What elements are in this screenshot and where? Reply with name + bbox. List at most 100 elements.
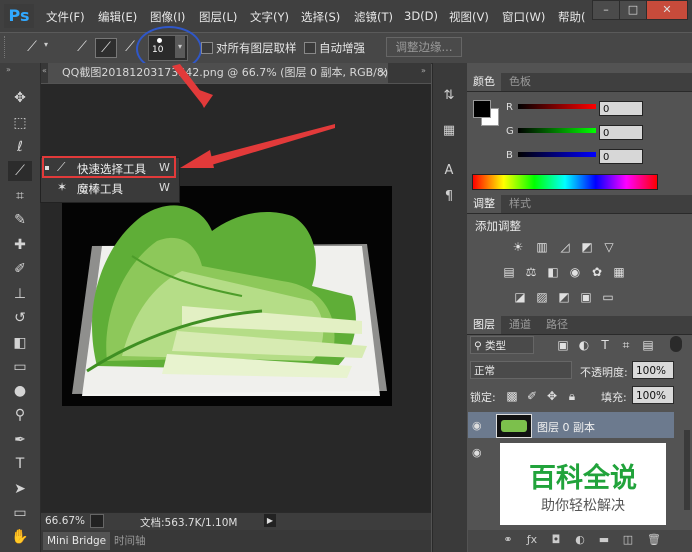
tab-swatches[interactable]: 色板 xyxy=(503,73,537,91)
tab-mini-bridge[interactable]: Mini Bridge xyxy=(43,532,111,550)
photo-filter-icon[interactable]: ◉ xyxy=(568,265,582,279)
collapse-right-icon[interactable]: » xyxy=(421,66,426,75)
lettuce-photo[interactable] xyxy=(62,186,392,406)
menu-3d[interactable]: 3D(D) xyxy=(404,9,438,23)
eraser-tool-icon[interactable]: ◧ xyxy=(8,333,32,353)
link-layers-icon[interactable]: ⚭ xyxy=(500,533,516,549)
chevron-down-icon[interactable]: ▾ xyxy=(44,40,48,49)
opacity-input[interactable]: 100% xyxy=(632,361,674,379)
trash-icon[interactable]: 🗑︎ xyxy=(646,533,662,549)
lock-all-icon[interactable]: 🔒︎ xyxy=(565,389,579,403)
layer-mask-icon[interactable]: ◘ xyxy=(548,533,564,549)
lock-position-icon[interactable]: ✥ xyxy=(545,389,559,403)
menu-layer[interactable]: 图层(L) xyxy=(199,9,237,25)
menu-window[interactable]: 窗口(W) xyxy=(502,9,545,25)
red-value[interactable]: 0 xyxy=(599,101,643,116)
history-panel-icon[interactable]: ⇅ xyxy=(438,85,460,107)
document-tab-close-icon[interactable]: × xyxy=(378,66,388,80)
lock-transparent-icon[interactable]: ▩ xyxy=(505,389,519,403)
new-group-icon[interactable]: ▬ xyxy=(596,533,612,549)
blue-slider[interactable] xyxy=(518,152,596,157)
history-brush-tool-icon[interactable]: ↺ xyxy=(8,308,32,328)
dodge-tool-icon[interactable]: ⚲ xyxy=(8,405,32,425)
tab-paths[interactable]: 路径 xyxy=(540,316,574,334)
sample-all-layers-checkbox[interactable] xyxy=(201,42,213,54)
menu-help[interactable]: 帮助( xyxy=(558,9,586,25)
auto-enhance-checkbox[interactable] xyxy=(304,42,316,54)
black-white-icon[interactable]: ◧ xyxy=(546,265,560,279)
visibility-eye-icon[interactable]: ◉ xyxy=(472,446,482,459)
document-tab[interactable]: QQ截图20181203173542.png @ 66.7% (图层 0 副本,… xyxy=(48,63,388,83)
filter-shape-icon[interactable]: ⌗ xyxy=(619,338,633,352)
fill-input[interactable]: 100% xyxy=(632,386,674,404)
status-menu-arrow-icon[interactable]: ▶ xyxy=(264,514,276,527)
tab-styles[interactable]: 样式 xyxy=(503,195,537,213)
layer-name[interactable]: 图层 0 副本 xyxy=(537,419,595,435)
brightness-contrast-icon[interactable]: ☀ xyxy=(511,240,525,254)
pen-tool-icon[interactable]: ✒ xyxy=(8,430,32,450)
gradient-tool-icon[interactable]: ▭ xyxy=(8,357,32,377)
menu-file[interactable]: 文件(F) xyxy=(46,9,85,25)
blend-mode-select[interactable]: 正常 xyxy=(470,361,572,379)
lasso-tool-icon[interactable]: ℓ xyxy=(8,137,32,157)
maximize-button[interactable]: □ xyxy=(619,0,647,20)
zoom-level[interactable]: 66.67% xyxy=(45,515,85,527)
layer-filter-select[interactable]: ⚲ 类型 xyxy=(470,336,534,354)
red-slider[interactable] xyxy=(518,104,596,109)
posterize-icon[interactable]: ▨ xyxy=(535,290,549,304)
layer-style-icon[interactable]: ƒx xyxy=(524,533,540,549)
eyedropper-tool-icon[interactable]: ✎ xyxy=(8,210,32,230)
layers-scrollbar[interactable] xyxy=(684,430,690,510)
menu-edit[interactable]: 编辑(E) xyxy=(98,9,137,25)
color-lookup-icon[interactable]: ▦ xyxy=(612,265,626,279)
quick-selection-tool-icon[interactable]: ⟋ xyxy=(8,161,32,181)
filter-toggle[interactable] xyxy=(670,336,682,352)
channel-mixer-icon[interactable]: ✿ xyxy=(590,265,604,279)
color-spectrum[interactable] xyxy=(472,174,658,190)
threshold-icon[interactable]: ◩ xyxy=(557,290,571,304)
visibility-eye-icon[interactable]: ◉ xyxy=(472,419,482,432)
menu-select[interactable]: 选择(S) xyxy=(301,9,340,25)
lock-image-icon[interactable]: ✐ xyxy=(525,389,539,403)
blur-tool-icon[interactable]: ● xyxy=(8,381,32,401)
clone-stamp-tool-icon[interactable]: ⊥ xyxy=(8,284,32,304)
quick-selection-preset-icon[interactable]: ⟋ xyxy=(22,38,42,56)
tab-adjustments[interactable]: 调整 xyxy=(467,195,501,213)
marquee-tool-icon[interactable]: ⬚ xyxy=(8,113,32,133)
filter-smart-object-icon[interactable]: ▤ xyxy=(641,338,655,352)
tab-timeline[interactable]: 时间轴 xyxy=(110,532,150,550)
rectangle-tool-icon[interactable]: ▭ xyxy=(8,503,32,523)
menu-type[interactable]: 文字(Y) xyxy=(250,9,289,25)
tab-channels[interactable]: 通道 xyxy=(503,316,537,334)
minimize-button[interactable]: – xyxy=(592,0,620,20)
hue-saturation-icon[interactable]: ▤ xyxy=(502,265,516,279)
exposure-icon[interactable]: ◩ xyxy=(580,240,594,254)
color-balance-icon[interactable]: ⚖ xyxy=(524,265,538,279)
vibrance-icon[interactable]: ▽ xyxy=(602,240,616,254)
hand-tool-icon[interactable]: ✋ xyxy=(8,527,32,547)
menu-image[interactable]: 图像(I) xyxy=(150,9,185,25)
move-tool-icon[interactable]: ✥ xyxy=(8,88,32,108)
new-layer-icon[interactable]: ◫ xyxy=(620,533,636,549)
type-tool-icon[interactable]: T xyxy=(8,454,32,474)
close-button[interactable]: ✕ xyxy=(646,0,688,20)
brush-tool-icon[interactable]: ✐ xyxy=(8,259,32,279)
refine-edge-button[interactable]: 调整边缘... xyxy=(386,37,462,57)
menu-view[interactable]: 视图(V) xyxy=(449,9,489,25)
gradient-map-icon[interactable]: ▭ xyxy=(601,290,615,304)
character-panel-icon[interactable]: A xyxy=(438,160,460,182)
filter-pixel-icon[interactable]: ▣ xyxy=(556,338,570,352)
adjustment-layer-icon[interactable]: ◐ xyxy=(572,533,588,549)
blue-value[interactable]: 0 xyxy=(599,149,643,164)
foreground-color-swatch[interactable] xyxy=(473,100,491,118)
properties-panel-icon[interactable]: ▦ xyxy=(438,120,460,142)
status-info-icon[interactable] xyxy=(90,514,104,528)
tab-layers[interactable]: 图层 xyxy=(467,316,501,334)
paragraph-panel-icon[interactable]: ¶ xyxy=(438,186,460,208)
tab-color[interactable]: 颜色 xyxy=(467,73,501,91)
levels-icon[interactable]: ▥ xyxy=(535,240,549,254)
healing-brush-tool-icon[interactable]: ✚ xyxy=(8,235,32,255)
filter-type-icon[interactable]: T xyxy=(598,338,612,352)
menu-filter[interactable]: 滤镜(T) xyxy=(354,9,393,25)
flyout-item-magic-wand[interactable]: ✶ 魔棒工具 W xyxy=(41,178,177,198)
